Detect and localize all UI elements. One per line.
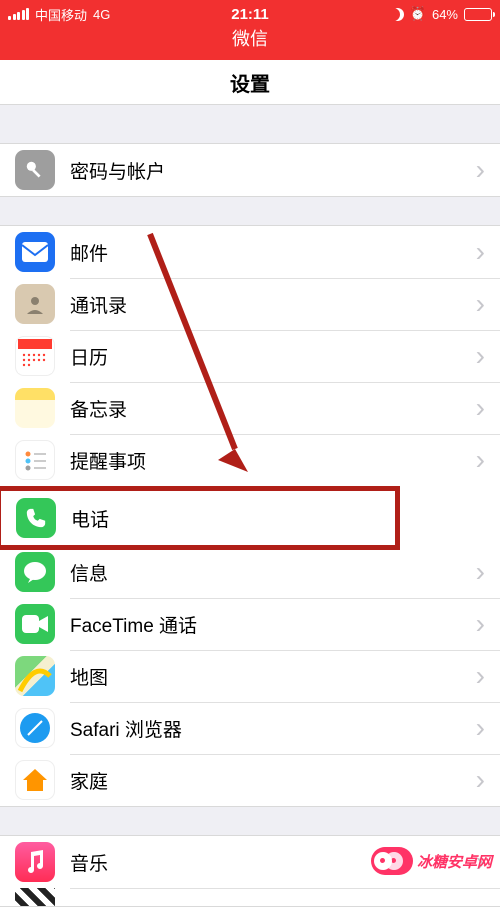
calendar-icon [15,336,55,376]
settings-row-mail[interactable]: 邮件 › [0,226,500,278]
alarm-icon: ⏰ [410,6,426,22]
settings-row-notes[interactable]: 备忘录 › [0,382,500,434]
chevron-right-icon: › [476,290,485,318]
videos-icon [15,888,55,906]
settings-group-apps: 邮件 › 通讯录 › 日历 › 备忘录 › 提醒事项 › 电话 [0,225,500,807]
row-label: 通讯录 [70,291,476,318]
row-label: Safari 浏览器 [70,715,476,742]
row-label: 家庭 [70,767,476,794]
chevron-right-icon: › [476,662,485,690]
chevron-right-icon: › [476,446,485,474]
carrier-label: 中国移动 [35,5,87,24]
settings-row-messages[interactable]: 信息 › [0,546,500,598]
settings-row-contacts[interactable]: 通讯录 › [0,278,500,330]
watermark: 冰糖安卓网 [371,847,492,875]
facetime-icon [15,604,55,644]
page-title: 设置 [0,60,500,105]
status-bar: 中国移动 4G 21:11 ⏰ 64% [0,0,500,28]
chevron-right-icon: › [476,342,485,370]
network-label: 4G [93,7,110,22]
app-nav-title: 微信 [0,28,500,60]
row-label: 邮件 [70,239,476,266]
watermark-icon [371,847,413,875]
settings-row-calendar[interactable]: 日历 › [0,330,500,382]
settings-group-accounts: 密码与帐户 › [0,143,500,197]
key-icon [15,150,55,190]
music-icon [15,842,55,882]
chevron-right-icon: › [476,610,485,638]
signal-icon [8,8,29,20]
contacts-icon [15,284,55,324]
phone-icon [16,498,56,538]
battery-icon [464,8,492,21]
settings-row-safari[interactable]: Safari 浏览器 › [0,702,500,754]
chevron-right-icon: › [476,766,485,794]
notes-icon [15,388,55,428]
chevron-right-icon: › [476,156,485,184]
settings-row-phone[interactable]: 电话 [1,491,395,545]
messages-icon [15,552,55,592]
maps-icon [15,656,55,696]
settings-row-videos[interactable] [0,888,500,906]
settings-row-home[interactable]: 家庭 › [0,754,500,806]
do-not-disturb-icon [391,8,404,21]
mail-icon [15,232,55,272]
settings-row-maps[interactable]: 地图 › [0,650,500,702]
row-label: 日历 [70,343,476,370]
chevron-right-icon: › [476,558,485,586]
clock: 21:11 [231,6,269,23]
row-label: 信息 [70,559,476,586]
settings-row-reminders[interactable]: 提醒事项 › [0,434,500,486]
safari-icon [15,708,55,748]
battery-percent: 64% [432,7,458,22]
row-label: 电话 [71,505,380,532]
annotation-highlight-box: 电话 [0,486,400,550]
home-icon [15,760,55,800]
reminders-icon [15,440,55,480]
row-label: 密码与帐户 [70,157,476,184]
watermark-text: 冰糖安卓网 [417,851,492,872]
row-label: 地图 [70,663,476,690]
row-label: FaceTime 通话 [70,611,476,638]
row-label: 备忘录 [70,395,476,422]
settings-row-facetime[interactable]: FaceTime 通话 › [0,598,500,650]
row-label: 提醒事项 [70,447,476,474]
chevron-right-icon: › [476,238,485,266]
chevron-right-icon: › [476,714,485,742]
chevron-right-icon: › [476,394,485,422]
settings-row-passwords[interactable]: 密码与帐户 › [0,144,500,196]
